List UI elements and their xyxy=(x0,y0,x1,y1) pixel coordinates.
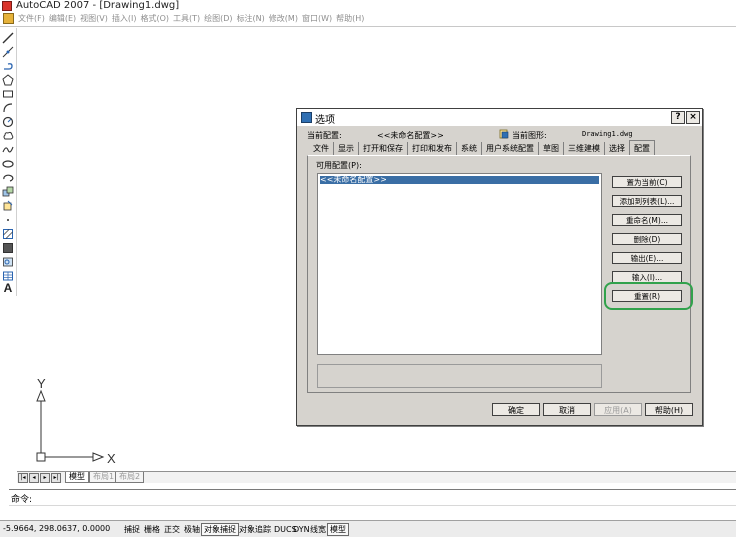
options-dialog: 选项 ? × 当前配置: <<未命名配置>> 当前图形: Drawing1.dw… xyxy=(296,108,703,426)
reset-highlight-annotation xyxy=(604,282,693,310)
document-icon[interactable] xyxy=(3,13,14,24)
dialog-title-bar[interactable]: 选项 ? × xyxy=(297,109,702,126)
dialog-help-button[interactable]: ? xyxy=(671,111,685,124)
point-icon[interactable] xyxy=(2,214,14,226)
snap-toggle[interactable]: 捕捉 xyxy=(121,523,143,536)
osnap-toggle[interactable]: 对象捕捉 xyxy=(201,523,239,536)
tab-open-save[interactable]: 打开和保存 xyxy=(358,142,407,155)
tab-plot-publish[interactable]: 打印和发布 xyxy=(407,142,456,155)
ok-button[interactable]: 确定 xyxy=(492,403,540,416)
dialog-close-button[interactable]: × xyxy=(686,111,700,124)
line-icon[interactable] xyxy=(2,32,14,44)
rename-button[interactable]: 重命名(M)... xyxy=(612,214,682,226)
dialog-app-icon xyxy=(301,112,312,123)
set-current-button[interactable]: 置为当前(C) xyxy=(612,176,682,188)
hatch-icon[interactable] xyxy=(2,228,14,240)
layout-tab-bar: |◂ ◂ ▸ ▸| 模型 布局1 布局2 xyxy=(17,471,736,483)
ellipse-icon[interactable] xyxy=(2,158,14,170)
rectangle-icon[interactable] xyxy=(2,88,14,100)
ucs-icon: Y X xyxy=(36,377,116,466)
current-profile-value: <<未命名配置>> xyxy=(377,131,444,140)
tab-user-preferences[interactable]: 用户系统配置 xyxy=(481,142,538,155)
menu-window[interactable]: 窗口(W) xyxy=(302,12,336,26)
polyline-icon[interactable] xyxy=(2,60,14,72)
grid-toggle[interactable]: 栅格 xyxy=(141,523,163,536)
circle-icon[interactable] xyxy=(2,116,14,128)
region-icon[interactable] xyxy=(2,256,14,268)
previous-tab-button[interactable]: ◂ xyxy=(29,473,39,483)
menu-edit[interactable]: 编辑(E) xyxy=(49,12,80,26)
next-tab-button[interactable]: ▸ xyxy=(40,473,50,483)
construction-line-icon[interactable] xyxy=(2,46,14,58)
gradient-icon[interactable] xyxy=(2,242,14,254)
available-profiles-label: 可用配置(P): xyxy=(316,161,362,170)
otrack-toggle[interactable]: 对象追踪 xyxy=(236,523,274,536)
arc-icon[interactable] xyxy=(2,102,14,114)
menu-tools[interactable]: 工具(T) xyxy=(173,12,204,26)
title-bar: AutoCAD 2007 - [Drawing1.dwg] xyxy=(0,0,736,12)
window-title: AutoCAD 2007 - [Drawing1.dwg] xyxy=(16,0,180,11)
multiline-text-icon[interactable]: A xyxy=(2,281,14,295)
tab-layout1[interactable]: 布局1 xyxy=(89,472,119,483)
menu-view[interactable]: 视图(V) xyxy=(80,12,112,26)
menu-draw[interactable]: 绘图(D) xyxy=(204,12,236,26)
insert-block-icon[interactable] xyxy=(2,186,14,198)
dialog-title: 选项 xyxy=(315,115,335,126)
tab-profiles[interactable]: 配置 xyxy=(629,140,655,155)
ellipse-arc-icon[interactable] xyxy=(2,172,14,184)
draw-toolbar: A xyxy=(0,28,17,296)
first-tab-button[interactable]: |◂ xyxy=(18,473,28,483)
export-button[interactable]: 输出(E)... xyxy=(612,252,682,264)
autocad-app-icon xyxy=(2,1,12,11)
cancel-button[interactable]: 取消 xyxy=(543,403,591,416)
model-toggle[interactable]: 模型 xyxy=(327,523,349,536)
add-to-list-button[interactable]: 添加到列表(L)... xyxy=(612,195,682,207)
polygon-icon[interactable] xyxy=(2,74,14,86)
last-tab-button[interactable]: ▸| xyxy=(51,473,61,483)
tab-layout2[interactable]: 布局2 xyxy=(115,472,145,483)
tab-files[interactable]: 文件 xyxy=(309,142,333,155)
ucs-x-label: X xyxy=(107,451,116,466)
command-prompt: 命令: xyxy=(11,495,33,505)
delete-button[interactable]: 删除(D) xyxy=(612,233,682,245)
menu-file[interactable]: 文件(F) xyxy=(18,12,49,26)
make-block-icon[interactable] xyxy=(2,200,14,212)
menu-format[interactable]: 格式(O) xyxy=(140,12,173,26)
tab-selection[interactable]: 选择 xyxy=(604,142,629,155)
current-profile-label: 当前配置: xyxy=(307,131,342,140)
command-divider xyxy=(9,505,736,506)
menu-modify[interactable]: 修改(M) xyxy=(269,12,302,26)
menu-bar: 文件(F) 编辑(E) 视图(V) 插入(I) 格式(O) 工具(T) 绘图(D… xyxy=(0,12,736,27)
tab-3d-modeling[interactable]: 三维建模 xyxy=(563,142,604,155)
profiles-panel: 可用配置(P): <<未命名配置>> 置为当前(C) 添加到列表(L)... 重… xyxy=(307,155,691,393)
drawing-file-icon xyxy=(499,129,509,139)
current-drawing-value: Drawing1.dwg xyxy=(582,130,633,138)
profiles-list[interactable]: <<未命名配置>> xyxy=(317,173,602,355)
dialog-tab-strip: 文件 显示 打开和保存 打印和发布 系统 用户系统配置 草图 三维建模 选择 配… xyxy=(309,140,655,155)
tab-system[interactable]: 系统 xyxy=(456,142,481,155)
list-item[interactable]: <<未命名配置>> xyxy=(320,176,599,184)
ortho-toggle[interactable]: 正交 xyxy=(161,523,183,536)
menu-insert[interactable]: 插入(I) xyxy=(112,12,141,26)
menu-help[interactable]: 帮助(H) xyxy=(336,12,368,26)
lineweight-toggle[interactable]: 线宽 xyxy=(307,523,329,536)
spline-icon[interactable] xyxy=(2,144,14,156)
tab-display[interactable]: 显示 xyxy=(333,142,358,155)
revision-cloud-icon[interactable] xyxy=(2,130,14,142)
current-drawing-label: 当前图形: xyxy=(512,131,547,140)
help-button[interactable]: 帮助(H) xyxy=(645,403,693,416)
coordinate-readout: -5.9664, 298.0637, 0.0000 xyxy=(3,524,111,533)
tab-model[interactable]: 模型 xyxy=(65,472,89,483)
status-bar: -5.9664, 298.0637, 0.0000 捕捉 栅格 正交 极轴 对象… xyxy=(0,520,736,537)
profile-description-box xyxy=(317,364,602,388)
menu-dimension[interactable]: 标注(N) xyxy=(237,12,269,26)
tab-drafting[interactable]: 草图 xyxy=(538,142,563,155)
apply-button[interactable]: 应用(A) xyxy=(594,403,642,416)
command-window[interactable]: 命令: xyxy=(9,489,736,520)
polar-toggle[interactable]: 极轴 xyxy=(181,523,203,536)
ucs-y-label: Y xyxy=(37,377,46,391)
